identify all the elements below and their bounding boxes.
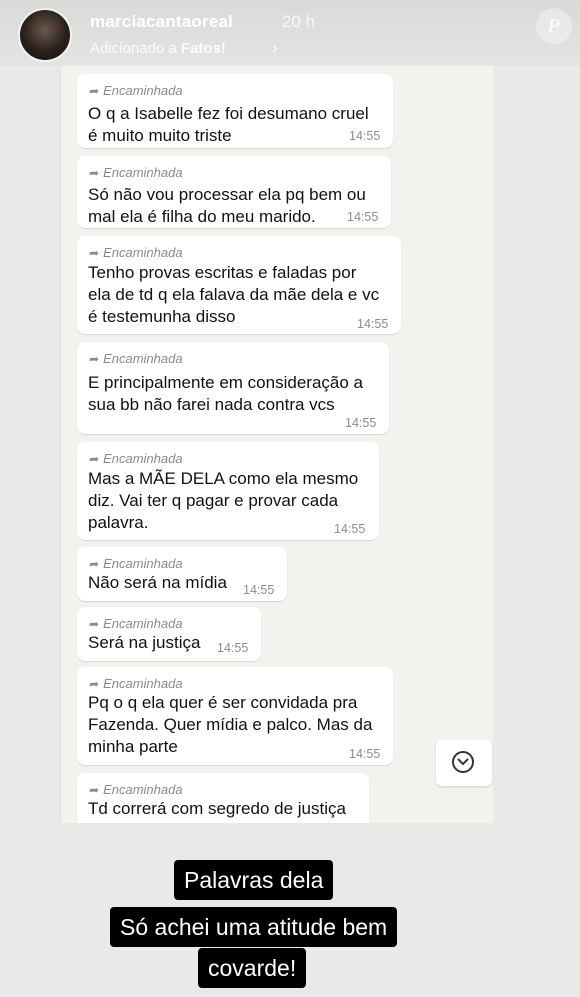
chevron-down-icon: [452, 751, 474, 773]
scroll-to-bottom-button[interactable]: [436, 740, 492, 786]
message-text: E principalmente em consideração a sua b…: [88, 373, 363, 414]
message-text: Não será na mídia: [88, 573, 227, 592]
forward-arrow-icon: ➦: [89, 166, 100, 180]
chat-screenshot: ➦ Encaminhada O q a Isabelle fez foi desu…: [60, 66, 493, 823]
message-text: O q a Isabelle fez foi desumano cruel é …: [88, 104, 369, 145]
message-time: 14:55: [334, 522, 366, 536]
message-bubble: ➦ Encaminhada Td correrá com segredo de j…: [77, 773, 369, 823]
message-time: 14:55: [243, 583, 275, 597]
forward-arrow-icon: ➦: [89, 783, 100, 797]
forward-arrow-icon: ➦: [89, 677, 100, 691]
chevron-right-icon[interactable]: ›: [272, 38, 278, 58]
message-time: 14:55: [345, 416, 377, 430]
message-time: 14:55: [357, 317, 389, 331]
caption-line: covarde!: [198, 948, 307, 988]
forwarded-label: ➦ Encaminhada: [89, 556, 183, 571]
forwarded-label: ➦ Encaminhada: [89, 245, 183, 260]
forwarded-label: ➦ Encaminhada: [89, 351, 183, 366]
message-time: 14:55: [349, 129, 381, 143]
message-bubble: ➦ Encaminhada E principalmente em conside…: [77, 342, 389, 434]
forwarded-label: ➦ Encaminhada: [89, 616, 183, 631]
added-prefix: Adicionado a: [90, 40, 177, 57]
forwarded-label: ➦ Encaminhada: [89, 782, 183, 797]
forwarded-label: ➦ Encaminhada: [89, 676, 183, 691]
message-bubble: ➦ Encaminhada Tenho provas escritas e fal…: [77, 236, 401, 334]
message-text: Será na justiça: [88, 633, 201, 652]
message-text: Pq o q ela quer é ser convidada pra Faze…: [88, 693, 373, 756]
highlight-name: Fatos!: [180, 40, 226, 57]
message-time: 14:55: [347, 210, 379, 224]
forward-arrow-icon: ➦: [89, 557, 100, 571]
message-bubble: ➦ Encaminhada Só não vou processar ela pq…: [77, 156, 391, 228]
story-header: marciacantaoreal 20 h Adicionado a Fatos…: [0, 0, 580, 66]
forwarded-label: ➦ Encaminhada: [89, 165, 183, 180]
message-bubble: ➦ Encaminhada Será na justiça 14:55: [77, 607, 261, 661]
forward-arrow-icon: ➦: [89, 84, 100, 98]
message-text: Td correrá com segredo de justiça: [88, 799, 346, 818]
time-ago: 20 h: [282, 12, 316, 31]
username[interactable]: marciacantaoreal: [90, 12, 233, 32]
message-text: Tenho provas escritas e faladas por ela …: [88, 263, 380, 326]
message-bubble: ➦ Encaminhada Mas a MÃE DELA como ela mes…: [77, 442, 379, 540]
message-time: 14:55: [217, 641, 249, 655]
message-bubble: ➦ Encaminhada O q a Isabelle fez foi desu…: [77, 74, 393, 148]
forwarded-label: ➦ Encaminhada: [89, 83, 183, 98]
message-bubble: ➦ Encaminhada Pq o q ela quer é ser convi…: [77, 667, 393, 765]
forward-arrow-icon: ➦: [89, 452, 100, 466]
added-to-highlight[interactable]: Adicionado a Fatos!: [90, 40, 226, 57]
brand-watermark: P: [536, 8, 572, 44]
forward-arrow-icon: ➦: [89, 246, 100, 260]
caption-line: Só achei uma atitude bem: [110, 907, 398, 947]
message-bubble: ➦ Encaminhada Não será na mídia 14:55: [77, 547, 287, 601]
avatar[interactable]: [18, 8, 72, 62]
message-text: Mas a MÃE DELA como ela mesmo diz. Vai t…: [88, 469, 359, 532]
message-text: Só não vou processar ela pq bem ou mal e…: [88, 185, 366, 226]
forward-arrow-icon: ➦: [89, 617, 100, 631]
caption-line: Palavras dela: [174, 860, 334, 900]
message-time: 14:55: [349, 747, 381, 761]
forwarded-label: ➦ Encaminhada: [89, 451, 183, 466]
forward-arrow-icon: ➦: [89, 352, 100, 366]
